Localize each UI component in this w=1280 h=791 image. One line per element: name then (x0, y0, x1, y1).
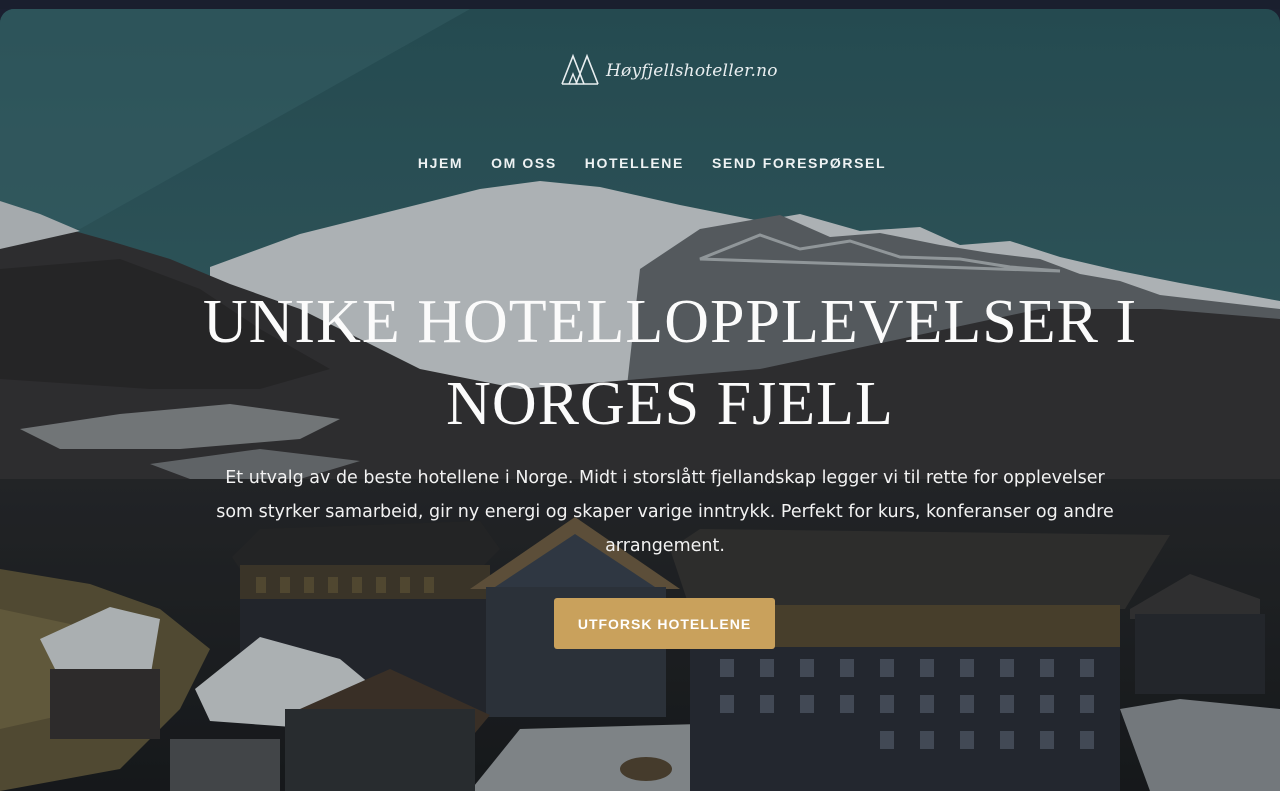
hero-description: Et utvalg av de beste hotellene i Norge.… (216, 468, 1114, 556)
mountain-tents-icon (560, 52, 600, 91)
nav-item-hotellene[interactable]: HOTELLENE (585, 155, 684, 171)
nav-item-hjem[interactable]: HJEM (418, 155, 463, 171)
nav-item-send-foresporsel[interactable]: SEND FORESPØRSEL (712, 155, 886, 171)
browser-top-edge (0, 0, 1280, 9)
hero-section: Høyfjellshoteller.no HJEM OM OSS HOTELLE… (0, 9, 1280, 791)
main-navigation: HJEM OM OSS HOTELLENE SEND FORESPØRSEL (0, 155, 1280, 171)
explore-hotels-button[interactable]: UTFORSK HOTELLENE (554, 598, 775, 649)
logo-text: Høyfjellshoteller.no (606, 61, 778, 81)
hero-headline-line-2: NORGES FJELL (446, 370, 894, 438)
nav-item-om-oss[interactable]: OM OSS (491, 155, 557, 171)
hero-headline-line-1: UNIKE HOTELLOPPLEVELSER I (202, 288, 1138, 356)
hero-headline: UNIKE HOTELLOPPLEVELSER I NORGES FJELL (140, 281, 1200, 445)
site-logo[interactable]: Høyfjellshoteller.no (560, 49, 778, 93)
